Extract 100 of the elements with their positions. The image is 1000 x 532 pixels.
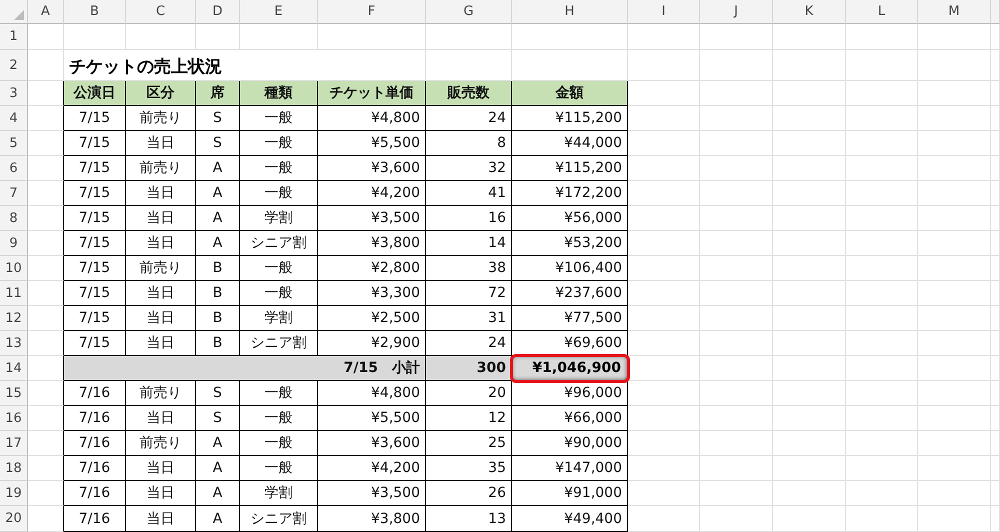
table-cell: 7/15 — [64, 181, 126, 206]
table-cell: 25 — [426, 431, 512, 456]
row-header[interactable]: 11 — [0, 281, 28, 306]
column-header[interactable]: B — [64, 0, 126, 24]
table-cell: 7/16 — [64, 481, 126, 506]
column-header[interactable]: H — [512, 0, 628, 24]
row-header[interactable]: 13 — [0, 331, 28, 356]
table-cell: 前売り — [126, 381, 196, 406]
table-cell: ¥44,000 — [512, 131, 628, 156]
table-cell: ¥66,000 — [512, 406, 628, 431]
column-header[interactable]: E — [240, 0, 318, 24]
column-heading: 公演日 — [64, 81, 126, 106]
table-cell: シニア割 — [240, 231, 318, 256]
table-cell: S — [196, 381, 240, 406]
row-header[interactable]: 12 — [0, 306, 28, 331]
table-cell: 7/16 — [64, 381, 126, 406]
table-cell: 一般 — [240, 281, 318, 306]
table-cell: ¥4,200 — [318, 181, 426, 206]
table-cell: 学割 — [240, 481, 318, 506]
table-cell: 前売り — [126, 256, 196, 281]
row-header[interactable]: 20 — [0, 506, 28, 532]
table-cell: ¥3,600 — [318, 431, 426, 456]
table-cell: 当日 — [126, 481, 196, 506]
row-header[interactable]: 9 — [0, 231, 28, 256]
select-all-icon[interactable] — [14, 10, 24, 20]
table-cell: 72 — [426, 281, 512, 306]
table-cell: ¥3,800 — [318, 506, 426, 532]
table-cell: 一般 — [240, 256, 318, 281]
table-cell: ¥2,800 — [318, 256, 426, 281]
subtotal-count: 300 — [426, 356, 512, 381]
column-header[interactable]: M — [918, 0, 991, 24]
column-header[interactable]: I — [628, 0, 700, 24]
table-cell: 当日 — [126, 406, 196, 431]
table-cell: 41 — [426, 181, 512, 206]
table-cell: A — [196, 481, 240, 506]
row-header[interactable]: 3 — [0, 81, 28, 106]
row-header[interactable]: 10 — [0, 256, 28, 281]
table-cell: シニア割 — [240, 506, 318, 532]
column-header[interactable]: L — [846, 0, 918, 24]
table-cell: 7/15 — [64, 156, 126, 181]
table-cell: 一般 — [240, 131, 318, 156]
table-cell: 一般 — [240, 106, 318, 131]
table-cell: ¥3,600 — [318, 156, 426, 181]
table-cell: B — [196, 306, 240, 331]
table-cell: 24 — [426, 331, 512, 356]
table-cell: B — [196, 331, 240, 356]
column-header[interactable]: G — [426, 0, 512, 24]
table-cell: 38 — [426, 256, 512, 281]
row-header[interactable]: 19 — [0, 481, 28, 506]
table-cell: B — [196, 281, 240, 306]
table-cell: ¥4,800 — [318, 106, 426, 131]
row-header[interactable]: 1 — [0, 24, 28, 50]
column-header[interactable]: C — [126, 0, 196, 24]
row-header[interactable]: 8 — [0, 206, 28, 231]
table-cell: シニア割 — [240, 331, 318, 356]
table-cell: 20 — [426, 381, 512, 406]
table-cell: A — [196, 431, 240, 456]
row-header[interactable]: 6 — [0, 156, 28, 181]
table-cell: S — [196, 106, 240, 131]
table-cell: 13 — [426, 506, 512, 532]
row-header[interactable]: 5 — [0, 131, 28, 156]
table-cell: 7/16 — [64, 431, 126, 456]
table-cell: 当日 — [126, 331, 196, 356]
row-header[interactable]: 15 — [0, 381, 28, 406]
column-header[interactable]: K — [773, 0, 846, 24]
table-cell: 7/15 — [64, 106, 126, 131]
row-header[interactable]: 16 — [0, 406, 28, 431]
table-cell: ¥3,500 — [318, 206, 426, 231]
table-cell: ¥5,500 — [318, 131, 426, 156]
table-cell: 一般 — [240, 181, 318, 206]
row-header[interactable]: 18 — [0, 456, 28, 481]
row-header[interactable]: 17 — [0, 431, 28, 456]
table-cell: A — [196, 181, 240, 206]
table-cell: ¥77,500 — [512, 306, 628, 331]
row-header[interactable]: 2 — [0, 50, 28, 81]
column-heading: 区分 — [126, 81, 196, 106]
table-cell: 7/15 — [64, 306, 126, 331]
table-cell: ¥237,600 — [512, 281, 628, 306]
table-cell: S — [196, 406, 240, 431]
column-heading: 席 — [196, 81, 240, 106]
header-corner[interactable] — [0, 0, 28, 24]
table-cell: 一般 — [240, 431, 318, 456]
column-header[interactable]: F — [318, 0, 426, 24]
row-header[interactable]: 14 — [0, 356, 28, 381]
table-cell: 当日 — [126, 206, 196, 231]
table-cell: ¥4,200 — [318, 456, 426, 481]
column-header[interactable]: J — [700, 0, 773, 24]
table-cell: ¥3,300 — [318, 281, 426, 306]
table-cell: 7/15 — [64, 281, 126, 306]
table-cell: 16 — [426, 206, 512, 231]
row-header[interactable]: 7 — [0, 181, 28, 206]
column-header[interactable]: A — [28, 0, 64, 24]
subtotal-amount[interactable]: ¥1,046,900 — [512, 356, 628, 381]
row-header[interactable]: 4 — [0, 106, 28, 131]
column-header[interactable]: D — [196, 0, 240, 24]
table-cell: 14 — [426, 231, 512, 256]
table-cell: 7/15 — [64, 231, 126, 256]
table-cell: 31 — [426, 306, 512, 331]
table-cell: A — [196, 206, 240, 231]
column-header[interactable] — [991, 0, 1000, 24]
